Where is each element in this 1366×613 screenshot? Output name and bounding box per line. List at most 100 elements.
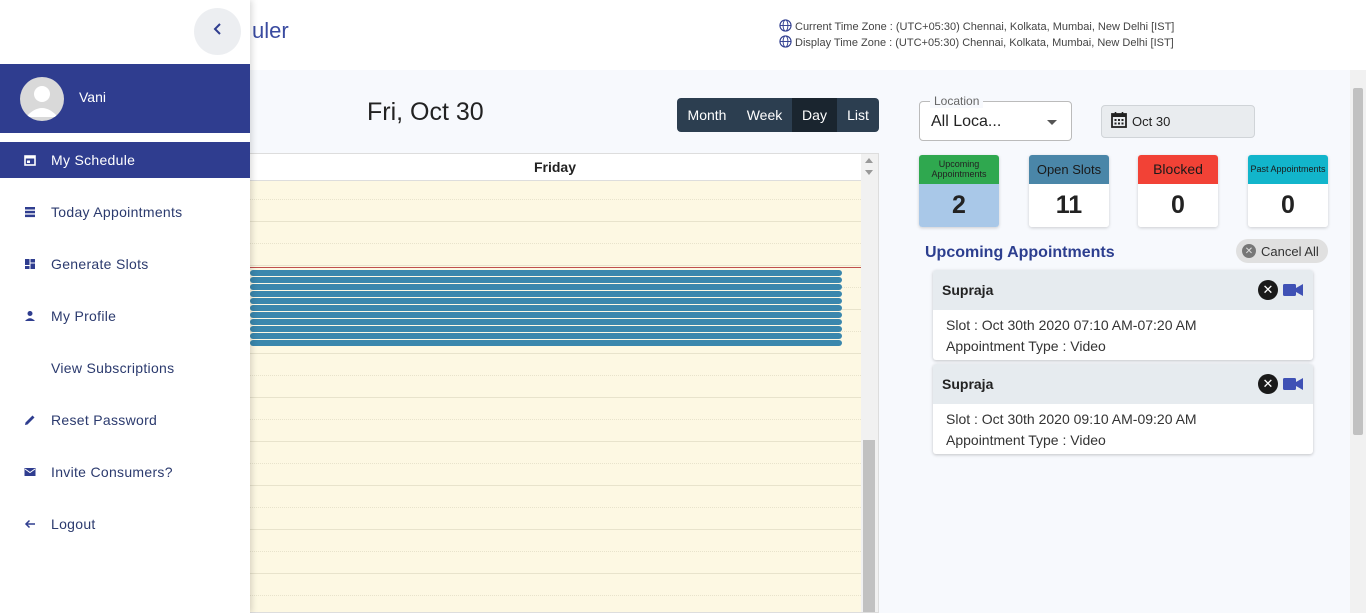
calendar-scroll-thumb[interactable]: [863, 440, 875, 612]
collapse-sidebar-button[interactable]: [194, 8, 241, 55]
cancel-all-button[interactable]: ✕ Cancel All: [1236, 239, 1328, 263]
stat-open-slots-value: 11: [1029, 184, 1109, 227]
day-column-header: Friday: [250, 154, 878, 181]
sidebar-item-label: My Schedule: [51, 152, 136, 168]
appointment-name: Supraja: [942, 376, 994, 392]
time-slot-line: [250, 551, 861, 552]
arrow-left-icon: [23, 517, 37, 531]
stat-upcoming-label: Upcoming Appointments: [919, 155, 999, 184]
globe-icon: [779, 35, 792, 51]
sidebar-item-my-profile[interactable]: My Profile: [0, 298, 250, 334]
view-switcher: Month Week Day List: [677, 98, 879, 132]
stat-blocked-value: 0: [1138, 184, 1218, 227]
calendar-event[interactable]: [250, 333, 842, 339]
stat-upcoming[interactable]: Upcoming Appointments 2: [919, 155, 999, 227]
time-slot-line: [250, 265, 861, 266]
sidebar-item-generate-slots[interactable]: Generate Slots: [0, 246, 250, 282]
upcoming-appointments-title: Upcoming Appointments: [925, 244, 1115, 261]
date-value: Oct 30: [1132, 114, 1171, 129]
calendar-event[interactable]: [250, 284, 842, 290]
sidebar-item-label: View Subscriptions: [51, 360, 175, 376]
time-slot-line: [250, 463, 861, 464]
display-timezone-text: Display Time Zone : (UTC+05:30) Chennai,…: [795, 37, 1174, 49]
time-slot-line: [250, 485, 861, 486]
cancel-appointment-icon[interactable]: ✕: [1258, 374, 1278, 394]
time-slot-line: [250, 243, 861, 244]
current-time-indicator: [250, 267, 861, 268]
scroll-down-icon[interactable]: [865, 170, 873, 175]
time-slot-line: [250, 595, 861, 596]
time-slot-line: [250, 419, 861, 420]
scroll-up-icon[interactable]: [865, 158, 873, 163]
appointment-slot: Slot : Oct 30th 2020 09:10 AM-09:20 AM: [946, 411, 1197, 427]
calendar-event[interactable]: [250, 277, 842, 283]
time-slot-line: [250, 221, 861, 222]
page-scrollbar[interactable]: [1350, 70, 1366, 613]
stat-past[interactable]: Past Appointments 0: [1248, 155, 1328, 227]
calendar-event[interactable]: [250, 312, 842, 318]
view-week-button[interactable]: Week: [737, 98, 792, 132]
sidebar-item-label: Invite Consumers?: [51, 464, 173, 480]
time-slot-line: [250, 573, 861, 574]
calendar-body[interactable]: [250, 181, 861, 612]
close-circle-icon: ✕: [1242, 244, 1256, 258]
cancel-appointment-icon[interactable]: ✕: [1258, 280, 1278, 300]
view-month-button[interactable]: Month: [677, 98, 737, 132]
calendar-icon: [23, 153, 37, 167]
view-day-button[interactable]: Day: [792, 98, 837, 132]
mail-icon: [23, 465, 37, 479]
view-list-button[interactable]: List: [837, 98, 879, 132]
calendar-event[interactable]: [250, 298, 842, 304]
calendar-event[interactable]: [250, 305, 842, 311]
sidebar-item-label: Generate Slots: [51, 256, 149, 272]
user-name: Vani: [79, 89, 106, 105]
time-slot-line: [250, 353, 861, 354]
appointment-card-header: Supraja ✕: [933, 364, 1313, 404]
stat-open-slots[interactable]: Open Slots 11: [1029, 155, 1109, 227]
appointment-type: Appointment Type : Video: [946, 338, 1106, 354]
calendar-grid: Friday: [250, 153, 879, 613]
calendar-event[interactable]: [250, 270, 842, 276]
pencil-icon: [23, 413, 37, 427]
time-slot-line: [250, 441, 861, 442]
video-call-icon[interactable]: [1283, 377, 1303, 396]
calendar-event[interactable]: [250, 340, 842, 346]
sidebar-item-invite-consumers[interactable]: Invite Consumers?: [0, 454, 250, 490]
sidebar-item-view-subscriptions[interactable]: View Subscriptions: [0, 350, 250, 386]
current-timezone-text: Current Time Zone : (UTC+05:30) Chennai,…: [795, 21, 1175, 33]
calendar-event[interactable]: [250, 319, 842, 325]
appointment-slot: Slot : Oct 30th 2020 07:10 AM-07:20 AM: [946, 317, 1197, 333]
date-picker[interactable]: Oct 30: [1101, 105, 1255, 138]
time-slot-line: [250, 529, 861, 530]
sidebar-item-my-schedule[interactable]: My Schedule: [0, 142, 250, 178]
time-slot-line: [250, 375, 861, 376]
calendar-event[interactable]: [250, 326, 842, 332]
app-title: uler: [252, 18, 289, 43]
stat-open-slots-label: Open Slots: [1029, 155, 1109, 184]
current-timezone: Current Time Zone : (UTC+05:30) Chennai,…: [779, 19, 1174, 35]
avatar: [20, 77, 64, 121]
calendar-date-title: Fri, Oct 30: [367, 98, 484, 126]
calendar-scrollbar[interactable]: [861, 154, 878, 612]
location-select[interactable]: Location All Loca...: [919, 94, 1072, 141]
app-root: uler Current Time Zone : (UTC+05:30) Che…: [0, 0, 1366, 613]
chevron-left-icon: [212, 22, 224, 41]
sidebar: Vani My Schedule Today Appointments Gene…: [0, 0, 250, 613]
stat-blocked[interactable]: Blocked 0: [1138, 155, 1218, 227]
calendar-event[interactable]: [250, 291, 842, 297]
dashboard-icon: [23, 257, 37, 271]
dropdown-arrow-icon: [1047, 120, 1057, 125]
display-timezone: Display Time Zone : (UTC+05:30) Chennai,…: [779, 35, 1174, 51]
sidebar-item-reset-password[interactable]: Reset Password: [0, 402, 250, 438]
sidebar-item-logout[interactable]: Logout: [0, 506, 250, 542]
sidebar-item-label: Today Appointments: [51, 204, 183, 220]
appointment-card: Supraja ✕ Slot : Oct 30th 2020 09:10 AM-…: [933, 364, 1313, 454]
stat-past-label: Past Appointments: [1248, 155, 1328, 184]
location-value: All Loca...: [931, 113, 1002, 130]
video-call-icon[interactable]: [1283, 283, 1303, 302]
calendar-icon: [1110, 111, 1128, 132]
page-scroll-thumb[interactable]: [1353, 88, 1363, 435]
sidebar-item-today-appointments[interactable]: Today Appointments: [0, 194, 250, 230]
sidebar-item-label: Reset Password: [51, 412, 158, 428]
appointment-card: Supraja ✕ Slot : Oct 30th 2020 07:10 AM-…: [933, 270, 1313, 360]
